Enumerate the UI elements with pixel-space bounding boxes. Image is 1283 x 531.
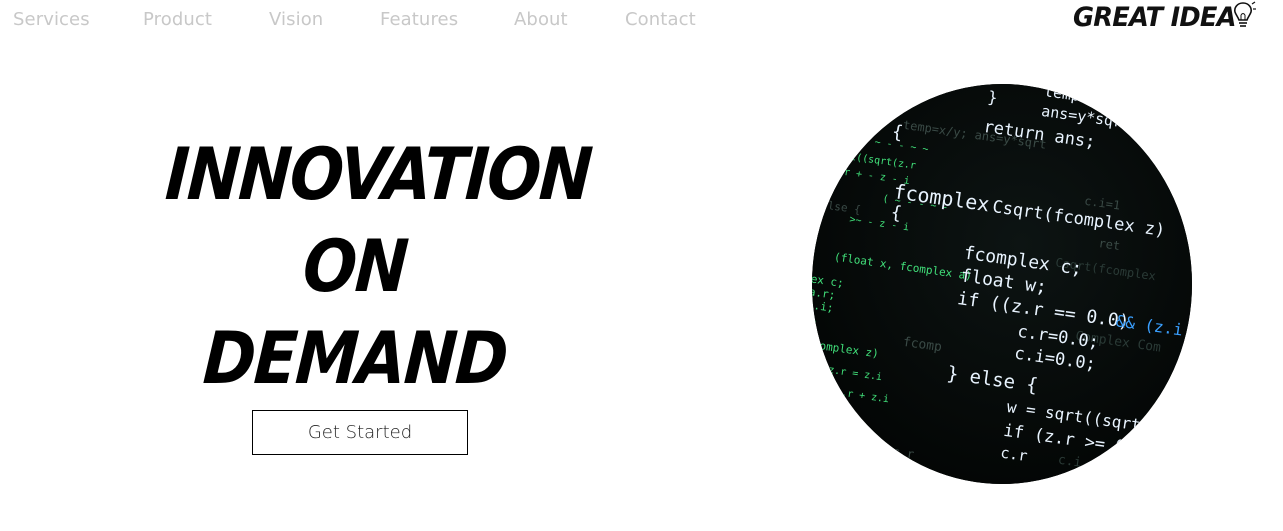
svg-text:temp*te: temp*te xyxy=(1162,119,1192,146)
headline-line-2: ON xyxy=(300,224,410,308)
lightbulb-icon xyxy=(1230,0,1256,37)
svg-text:ret: ret xyxy=(1098,236,1121,253)
headline-line-1: INNOVATION xyxy=(163,132,594,216)
hero-headline: INNOVATION ON DEMAND xyxy=(140,128,594,404)
headline-line-3: DEMAND xyxy=(200,316,510,400)
code-image: temp=x/y; ans=y*sqrt c.i=1 ret Csqrt(fco… xyxy=(812,84,1192,484)
nav-item-contact[interactable]: Contact xyxy=(625,9,696,30)
nav-item-about[interactable]: About xyxy=(514,9,568,30)
code-image-svg: temp=x/y; ans=y*sqrt c.i=1 ret Csqrt(fco… xyxy=(812,84,1192,484)
logo[interactable]: GREAT IDEA xyxy=(1073,0,1256,34)
logo-text: GREAT IDEA xyxy=(1073,1,1237,33)
nav-item-vision[interactable]: Vision xyxy=(269,9,323,30)
svg-text:a.i;: a.i; xyxy=(812,298,834,315)
svg-text:c.r: c.r xyxy=(999,444,1028,466)
nav-item-product[interactable]: Product xyxy=(143,9,212,30)
nav-item-features[interactable]: Features xyxy=(380,9,458,30)
get-started-button[interactable]: Get Started xyxy=(252,410,468,455)
nav-item-services[interactable]: Services xyxy=(13,9,90,30)
